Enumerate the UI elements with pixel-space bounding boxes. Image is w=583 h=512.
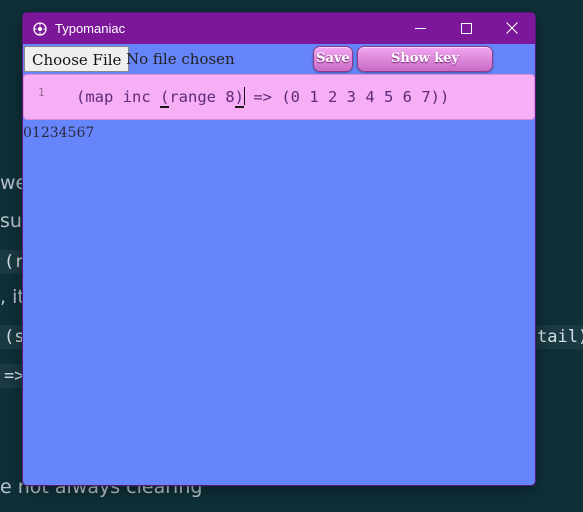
minimize-icon: [414, 19, 426, 38]
maximize-icon: [460, 19, 472, 38]
maximize-button[interactable]: [443, 13, 489, 44]
save-button[interactable]: Save: [313, 46, 353, 72]
code-segment-middle: range 8: [169, 88, 235, 106]
close-icon: [506, 19, 518, 38]
code-line[interactable]: (map inc (range 8) => (0 1 2 3 4 5 6 7)): [76, 87, 450, 108]
app-logo-icon: [33, 21, 47, 36]
file-status-text: No file chosen: [126, 50, 235, 68]
window-title: Typomaniac: [55, 21, 126, 36]
matched-open-paren: (: [160, 88, 170, 108]
close-button[interactable]: [489, 13, 535, 44]
app-window: Typomaniac Choose File No file chosen Sa…: [23, 13, 535, 485]
code-segment-end: => (0 1 2 3 4 5 6 7)): [244, 88, 450, 106]
background-text-3: , it: [0, 286, 25, 308]
toolbar: Choose File No file chosen Save Show key…: [23, 44, 535, 90]
minimize-button[interactable]: [397, 13, 443, 44]
line-number: 1: [38, 86, 45, 99]
background-code-3: tail): [533, 325, 583, 349]
evaluation-output: 01234567: [23, 125, 95, 141]
choose-file-button[interactable]: Choose File: [24, 46, 130, 72]
matched-close-paren: ): [234, 88, 245, 108]
show-key-bindings-button[interactable]: Show key bindings: [357, 46, 493, 90]
title-bar[interactable]: Typomaniac: [23, 13, 535, 44]
code-segment-start: (map inc: [76, 88, 160, 106]
background-text-2: su: [0, 210, 22, 232]
code-editor[interactable]: 1 (map inc (range 8) => (0 1 2 3 4 5 6 7…: [23, 74, 535, 120]
